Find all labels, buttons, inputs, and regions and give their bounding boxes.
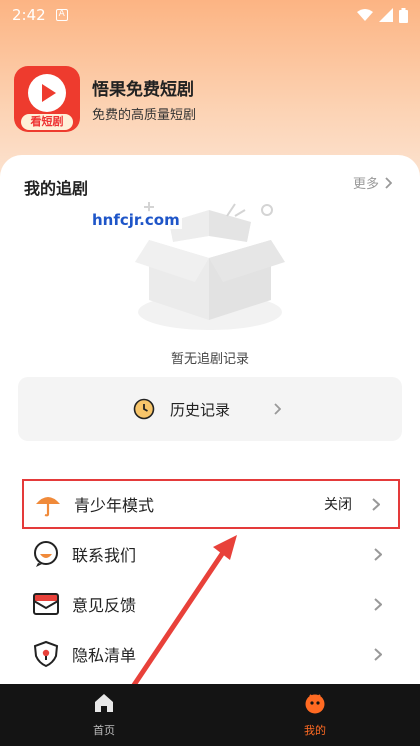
clock-icon [133, 398, 155, 420]
profile-icon [305, 694, 325, 714]
notification-icon: A [55, 9, 68, 21]
home-icon [95, 694, 113, 712]
watermark-text: hnfcjr.com [90, 211, 182, 229]
status-time: 2:42 [12, 6, 46, 24]
menu-item-contact-us[interactable]: 联系我们 [22, 529, 400, 579]
nav-item-home[interactable]: 首页 [74, 692, 134, 738]
menu-label: 青少年模式 [74, 496, 155, 515]
battery-icon [399, 7, 408, 23]
nav-label: 首页 [93, 724, 115, 737]
chevron-right-icon [374, 647, 382, 661]
nav-item-mine[interactable]: 我的 [285, 692, 345, 738]
menu-label: 意见反馈 [72, 596, 137, 615]
youth-mode-status: 关闭 [324, 497, 352, 513]
app-subtitle: 免费的高质量短剧 [92, 108, 197, 123]
more-link[interactable]: 更多 [353, 173, 392, 192]
menu-item-feedback[interactable]: 意见反馈 [22, 579, 400, 629]
status-icons [357, 7, 408, 23]
app-name: 悟果免费短剧 [92, 80, 194, 100]
app-info: 看短剧 悟果免费短剧 免费的高质量短剧 [14, 66, 196, 132]
nav-label: 我的 [304, 724, 326, 737]
chevron-right-icon [374, 597, 382, 611]
chevron-right-icon [385, 176, 392, 189]
chevron-right-icon [374, 547, 382, 561]
app-logo: 看短剧 [14, 66, 80, 132]
history-button[interactable]: 历史记录 [18, 377, 402, 441]
status-bar: 2:42 A [0, 0, 420, 30]
menu-label: 隐私清单 [72, 646, 137, 665]
signal-icon [379, 8, 393, 22]
chevron-right-icon [372, 497, 380, 511]
menu-label: 联系我们 [72, 546, 137, 565]
history-label: 历史记录 [170, 401, 231, 419]
envelope-icon [33, 593, 59, 615]
wifi-icon [357, 8, 373, 21]
shield-icon [33, 640, 59, 668]
logo-text: 看短剧 [21, 114, 73, 130]
menu-item-privacy-list[interactable]: 隐私清单 [22, 629, 400, 679]
empty-state-text: 暂无追剧记录 [170, 352, 249, 367]
bottom-nav: 首页 我的 [0, 684, 420, 746]
menu-item-youth-mode[interactable]: 青少年模式 关闭 [22, 479, 400, 529]
umbrella-icon [36, 497, 60, 517]
profile-card: 我的追剧 更多 暂无追剧记录 历史记录 青少年模式 关闭 联系我们 意见反馈 隐… [0, 155, 420, 695]
chat-bubble-icon [34, 541, 58, 567]
section-title-watching: 我的追剧 [24, 179, 89, 198]
chevron-right-icon [274, 403, 281, 415]
more-label: 更多 [352, 177, 379, 192]
